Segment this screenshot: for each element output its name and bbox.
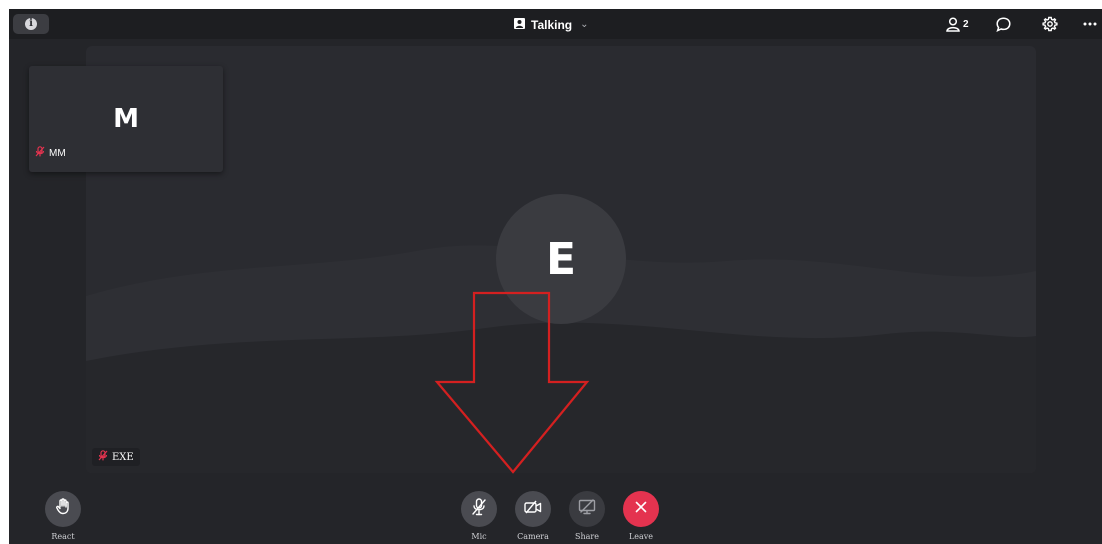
- camera-control: Camera: [515, 491, 551, 541]
- settings-button[interactable]: [1042, 14, 1058, 34]
- more-options-button[interactable]: [1083, 14, 1097, 34]
- mic-muted-icon: [471, 497, 487, 521]
- chat-button[interactable]: [996, 14, 1011, 34]
- react-control: React: [45, 491, 81, 541]
- leave-button[interactable]: [623, 491, 659, 527]
- share-control: Share: [569, 491, 605, 541]
- camera-button[interactable]: [515, 491, 551, 527]
- meeting-window: i Talking ⌄ 2 E EXE M MM React Mic Camer…: [9, 9, 1102, 544]
- mic-muted-icon: [98, 450, 108, 464]
- camera-label: Camera: [517, 532, 549, 541]
- react-label: React: [51, 532, 75, 541]
- camera-off-icon: [524, 500, 542, 519]
- participants-button[interactable]: 2: [946, 14, 969, 34]
- react-button[interactable]: [45, 491, 81, 527]
- self-view-tile[interactable]: M MM: [29, 66, 223, 172]
- person-icon: [514, 17, 525, 32]
- thumbnail-name: MM: [49, 147, 66, 159]
- info-icon: i: [25, 18, 37, 30]
- chat-icon: [996, 16, 1011, 32]
- meeting-title-dropdown[interactable]: Talking ⌄: [514, 16, 589, 33]
- participant-name-tag: EXE: [92, 448, 140, 466]
- mic-muted-icon: [35, 146, 45, 160]
- participant-avatar-main: E: [496, 194, 626, 324]
- participants-icon: [946, 16, 960, 32]
- leave-label: Leave: [628, 532, 654, 541]
- mic-label: Mic: [471, 532, 487, 541]
- participant-count: 2: [963, 18, 969, 30]
- participant-avatar-thumbnail: M: [113, 104, 139, 134]
- thumbnail-name-tag: MM: [35, 146, 66, 160]
- leave-control: Leave: [623, 491, 659, 541]
- participant-name: EXE: [112, 451, 134, 463]
- chevron-down-icon: ⌄: [580, 19, 589, 30]
- share-button[interactable]: [569, 491, 605, 527]
- gear-icon: [1042, 16, 1058, 32]
- close-icon: [635, 500, 647, 518]
- top-bar: i Talking ⌄ 2: [9, 9, 1102, 39]
- share-screen-off-icon: [578, 498, 596, 520]
- raise-hand-icon: [55, 498, 71, 520]
- more-icon: [1083, 22, 1097, 26]
- meeting-title: Talking: [531, 17, 573, 32]
- mic-button[interactable]: [461, 491, 497, 527]
- share-label: Share: [575, 532, 599, 541]
- main-video-tile[interactable]: E EXE: [86, 46, 1036, 473]
- mic-control: Mic: [461, 491, 497, 541]
- meeting-info-button[interactable]: i: [13, 14, 49, 34]
